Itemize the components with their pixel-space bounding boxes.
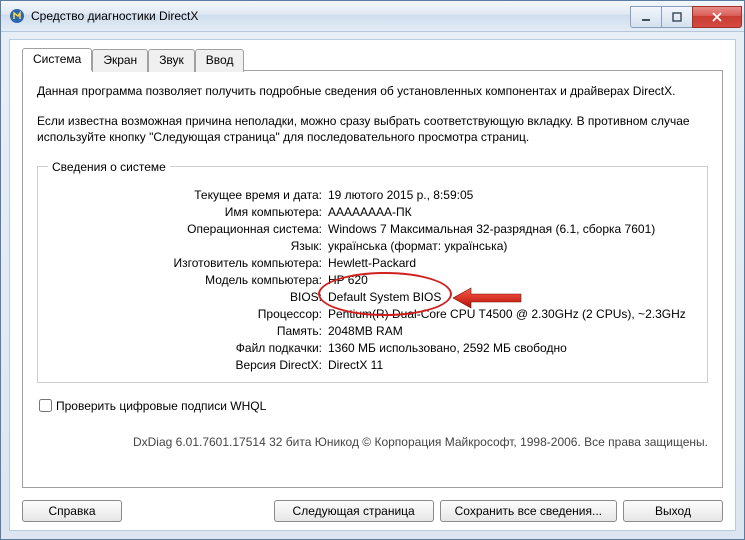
value-os: Windows 7 Максимальная 32-разрядная (6.1… — [328, 222, 697, 236]
label-language: Язык: — [48, 239, 328, 253]
save-all-button[interactable]: Сохранить все сведения... — [440, 500, 617, 522]
close-button[interactable] — [692, 6, 742, 28]
tab-body-system: Данная программа позволяет получить подр… — [22, 70, 723, 488]
maximize-button[interactable] — [661, 6, 693, 28]
tab-label: Звук — [159, 53, 184, 67]
button-label: Сохранить все сведения... — [455, 504, 602, 518]
button-label: Следующая страница — [293, 504, 415, 518]
system-info-grid: Текущее время и дата: 19 лютого 2015 р.,… — [48, 188, 697, 372]
intro-text: Данная программа позволяет получить подр… — [37, 83, 708, 146]
whql-checkbox[interactable] — [39, 399, 52, 412]
tab-sound[interactable]: Звук — [148, 49, 195, 72]
intro-line-2: Если известна возможная причина неполадк… — [37, 113, 708, 145]
label-datetime: Текущее время и дата: — [48, 188, 328, 202]
label-directx: Версия DirectX: — [48, 358, 328, 372]
app-icon — [9, 8, 25, 24]
label-pcname: Имя компьютера: — [48, 205, 328, 219]
minimize-button[interactable] — [630, 6, 662, 28]
tab-label: Экран — [103, 53, 137, 67]
window-title: Средство диагностики DirectX — [31, 9, 631, 23]
spacer — [128, 500, 268, 522]
window-controls — [631, 6, 742, 26]
whql-label: Проверить цифровые подписи WHQL — [56, 399, 266, 413]
value-pcname: АААААААА-ПК — [328, 205, 697, 219]
label-bios: BIOS: — [48, 290, 328, 304]
button-label: Выход — [655, 504, 691, 518]
whql-checkbox-row[interactable]: Проверить цифровые подписи WHQL — [39, 399, 708, 413]
label-manufacturer: Изготовитель компьютера: — [48, 256, 328, 270]
label-pagefile: Файл подкачки: — [48, 341, 328, 355]
footer-text: DxDiag 6.01.7601.17514 32 бита Юникод © … — [37, 435, 708, 449]
tab-strip: Система Экран Звук Ввод — [22, 48, 244, 71]
value-language: українська (формат: українська) — [328, 239, 697, 253]
tab-label: Система — [33, 52, 81, 66]
value-bios: Default System BIOS — [328, 290, 697, 304]
window-frame: Средство диагностики DirectX Система Экр… — [0, 0, 745, 540]
titlebar[interactable]: Средство диагностики DirectX — [1, 1, 744, 32]
client-area: Система Экран Звук Ввод Данная программа… — [1, 31, 744, 539]
intro-line-1: Данная программа позволяет получить подр… — [37, 83, 708, 99]
value-directx: DirectX 11 — [328, 358, 697, 372]
button-label: Справка — [48, 504, 95, 518]
value-model: HP 620 — [328, 273, 697, 287]
tab-input[interactable]: Ввод — [195, 49, 245, 72]
value-manufacturer: Hewlett-Packard — [328, 256, 697, 270]
label-model: Модель компьютера: — [48, 273, 328, 287]
button-bar: Справка Следующая страница Сохранить все… — [22, 500, 723, 522]
label-cpu: Процессор: — [48, 307, 328, 321]
help-button[interactable]: Справка — [22, 500, 122, 522]
value-pagefile: 1360 МБ использовано, 2592 МБ свободно — [328, 341, 697, 355]
value-cpu: Pentium(R) Dual-Core CPU T4500 @ 2.30GHz… — [328, 307, 697, 321]
main-panel: Система Экран Звук Ввод Данная программа… — [9, 39, 736, 531]
label-os: Операционная система: — [48, 222, 328, 236]
tab-system[interactable]: Система — [22, 48, 92, 71]
system-info-group: Сведения о системе Текущее время и дата:… — [37, 160, 708, 383]
value-datetime: 19 лютого 2015 р., 8:59:05 — [328, 188, 697, 202]
tab-display[interactable]: Экран — [92, 49, 148, 72]
value-memory: 2048MB RAM — [328, 324, 697, 338]
label-memory: Память: — [48, 324, 328, 338]
system-info-legend: Сведения о системе — [48, 160, 170, 174]
tab-label: Ввод — [206, 53, 234, 67]
next-page-button[interactable]: Следующая страница — [274, 500, 434, 522]
exit-button[interactable]: Выход — [623, 500, 723, 522]
